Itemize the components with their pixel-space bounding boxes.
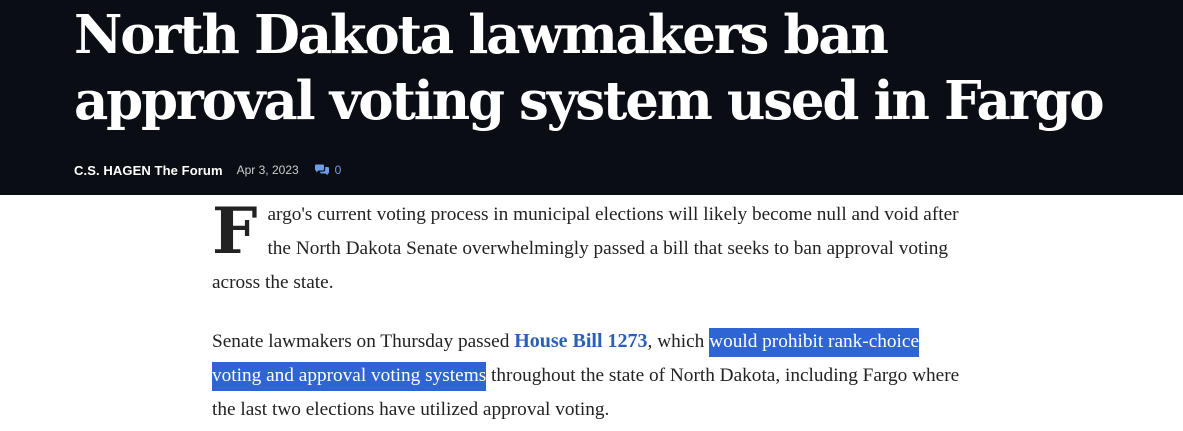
article-meta: C.S. HAGEN The Forum Apr 3, 2023 0 [74, 161, 341, 179]
house-bill-link[interactable]: House Bill 1273 [514, 330, 647, 352]
paragraph-text-after-link: , which [647, 331, 710, 352]
comments-link[interactable]: 0 [314, 163, 342, 177]
author-byline[interactable]: C.S. HAGEN The Forum [74, 163, 223, 178]
paragraph-text-before-link: Senate lawmakers on Thursday passed [212, 331, 515, 352]
article-header: North Dakota lawmakers ban approval voti… [0, 0, 1183, 195]
article-headline: North Dakota lawmakers ban approval voti… [74, 4, 1105, 132]
paragraph-text: argo's current voting process in municip… [212, 204, 959, 293]
publish-date: Apr 3, 2023 [236, 163, 299, 177]
article-body: Fargo's current voting process in munici… [212, 198, 972, 427]
article-paragraph: Fargo's current voting process in munici… [212, 198, 972, 300]
article-paragraph: Senate lawmakers on Thursday passed Hous… [212, 324, 972, 427]
comments-icon [314, 164, 329, 176]
comment-count: 0 [334, 163, 342, 177]
drop-cap: F [212, 194, 258, 269]
